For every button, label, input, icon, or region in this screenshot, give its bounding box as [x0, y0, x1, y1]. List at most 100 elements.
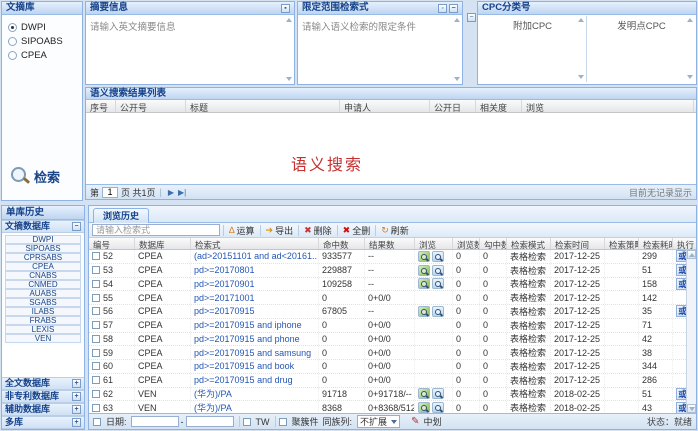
- sidebar-group-0[interactable]: 文摘数据库−: [2, 220, 84, 233]
- query-link[interactable]: pd>=20171001: [194, 293, 255, 303]
- scroll-down-icon[interactable]: [578, 75, 584, 79]
- tw-checkbox[interactable]: [243, 418, 251, 426]
- sidebar-item-ven[interactable]: VEN: [5, 334, 81, 343]
- history-col-2[interactable]: 检索式: [191, 238, 319, 249]
- radio-icon[interactable]: [8, 37, 17, 46]
- exec-button-或[interactable]: 或: [676, 264, 686, 276]
- row-checkbox[interactable]: [92, 280, 100, 288]
- view-chart-icon[interactable]: [418, 278, 430, 289]
- library-option-dwpi[interactable]: DWPI: [2, 20, 82, 34]
- scroll-up-icon[interactable]: [578, 18, 584, 22]
- history-col-3[interactable]: 命中数: [319, 238, 365, 249]
- sidebar-item-cpea[interactable]: CPEA: [5, 262, 81, 271]
- date-to-input[interactable]: [186, 416, 234, 427]
- query-link[interactable]: (华为)/PA: [194, 401, 232, 413]
- history-col-5[interactable]: 浏览: [415, 238, 453, 249]
- sidebar-item-cnmed[interactable]: CNMED: [5, 280, 81, 289]
- history-col-6[interactable]: 浏览数: [453, 238, 480, 249]
- history-scrollbar[interactable]: [686, 250, 696, 413]
- expand-icon[interactable]: +: [72, 418, 81, 427]
- sidebar-item-cprsabs[interactable]: CPRSABS: [5, 253, 81, 262]
- view-chart-icon[interactable]: [418, 251, 430, 262]
- radio-icon[interactable]: [8, 51, 17, 60]
- view-chart-icon[interactable]: [418, 402, 430, 413]
- panel-gear-icon[interactable]: ◦: [438, 4, 447, 13]
- pager-next-icon[interactable]: ▶: [168, 188, 174, 197]
- exec-button-或[interactable]: 或: [676, 305, 686, 317]
- history-col-4[interactable]: 结果数: [365, 238, 415, 249]
- tab-browse-history[interactable]: 浏览历史: [93, 208, 149, 223]
- query-link[interactable]: pd>=20170915 and phone: [194, 334, 300, 344]
- scroll-down-icon[interactable]: [689, 407, 695, 411]
- history-col-7[interactable]: 勾中数: [480, 238, 507, 249]
- exec-button-或[interactable]: 或: [676, 278, 686, 290]
- scroll-up-icon[interactable]: [689, 253, 695, 257]
- sidebar-item-frabs[interactable]: FRABS: [5, 316, 81, 325]
- sidebar-group-3[interactable]: 辅助数据库+: [2, 403, 84, 416]
- expand-icon[interactable]: +: [72, 392, 81, 401]
- family-select[interactable]: 不扩展: [357, 415, 400, 428]
- row-checkbox[interactable]: [92, 362, 100, 370]
- toolbar-button-delete[interactable]: ✖删除: [304, 224, 332, 237]
- history-col-8[interactable]: 检索模式: [507, 238, 551, 249]
- view-chart-icon[interactable]: [418, 306, 430, 317]
- scroll-down-icon[interactable]: [687, 75, 693, 79]
- results-col-1[interactable]: 公开号: [116, 100, 186, 112]
- scroll-up-icon[interactable]: [687, 18, 693, 22]
- sidebar-group-1[interactable]: 全文数据库+: [2, 377, 84, 390]
- query-link[interactable]: pd>=20170801: [194, 265, 255, 275]
- query-input[interactable]: [92, 224, 220, 236]
- sidebar-item-lexis[interactable]: LEXIS: [5, 325, 81, 334]
- scroll-down-icon[interactable]: [286, 77, 292, 81]
- query-link[interactable]: (华为)/PA: [194, 388, 232, 401]
- view-doc-icon[interactable]: [432, 251, 444, 262]
- sidebar-group-4[interactable]: 多库+: [2, 416, 84, 429]
- query-link[interactable]: pd>=20170915 and book: [194, 361, 294, 371]
- expand-icon[interactable]: +: [72, 405, 81, 414]
- expand-icon[interactable]: +: [72, 379, 81, 388]
- sidebar-item-ilabs[interactable]: ILABS: [5, 307, 81, 316]
- abstract-input[interactable]: [86, 16, 284, 83]
- sidebar-item-dwpi[interactable]: DWPI: [5, 235, 81, 244]
- scroll-up-icon[interactable]: [454, 18, 460, 22]
- results-col-0[interactable]: 序号: [86, 100, 116, 112]
- query-link[interactable]: pd>=20170915 and iphone: [194, 320, 302, 330]
- view-chart-icon[interactable]: [418, 265, 430, 276]
- sidebar-item-sipoabs[interactable]: SIPOABS: [5, 244, 81, 253]
- row-checkbox[interactable]: [92, 252, 100, 260]
- row-checkbox[interactable]: [92, 349, 100, 357]
- toolbar-button-calc[interactable]: ∆运算: [229, 224, 255, 237]
- row-checkbox[interactable]: [92, 307, 100, 315]
- exec-button-或[interactable]: 或: [676, 402, 686, 413]
- toolbar-button-export[interactable]: ➔导出: [266, 224, 294, 237]
- row-checkbox[interactable]: [92, 390, 100, 398]
- results-col-4[interactable]: 公开日: [430, 100, 476, 112]
- date-filter-checkbox[interactable]: [93, 418, 101, 426]
- query-link[interactable]: pd>=20170915 and drug: [194, 375, 293, 385]
- panel-collapse-icon[interactable]: −: [449, 4, 458, 13]
- results-col-6[interactable]: 浏览: [522, 100, 694, 112]
- pen-icon[interactable]: ✎: [411, 416, 419, 427]
- sidebar-item-sgabs[interactable]: SGABS: [5, 298, 81, 307]
- history-col-9[interactable]: 检索时间: [551, 238, 605, 249]
- results-col-2[interactable]: 标题: [186, 100, 340, 112]
- pager-page-input[interactable]: [102, 187, 118, 198]
- row-checkbox[interactable]: [92, 335, 100, 343]
- region-collapse-icon[interactable]: −: [467, 13, 476, 22]
- query-link[interactable]: (ad>20151101 and ad<20161..: [194, 251, 317, 261]
- cpc-additional-box[interactable]: 附加CPC: [479, 16, 587, 82]
- query-link[interactable]: pd>=20170915: [194, 306, 255, 316]
- library-option-sipoabs[interactable]: SIPOABS: [2, 34, 82, 48]
- scroll-down-icon[interactable]: [454, 77, 460, 81]
- view-doc-icon[interactable]: [432, 306, 444, 317]
- sidebar-item-auabs[interactable]: AUABS: [5, 289, 81, 298]
- row-checkbox[interactable]: [92, 321, 100, 329]
- scroll-up-icon[interactable]: [286, 18, 292, 22]
- view-doc-icon[interactable]: [432, 388, 444, 399]
- radio-icon[interactable]: [8, 23, 17, 32]
- view-doc-icon[interactable]: [432, 278, 444, 289]
- history-col-0[interactable]: 编号: [89, 238, 135, 249]
- sidebar-group-2[interactable]: 非专利数据库+: [2, 390, 84, 403]
- exec-button-或[interactable]: 或: [676, 388, 686, 400]
- results-col-5[interactable]: 相关度: [476, 100, 522, 112]
